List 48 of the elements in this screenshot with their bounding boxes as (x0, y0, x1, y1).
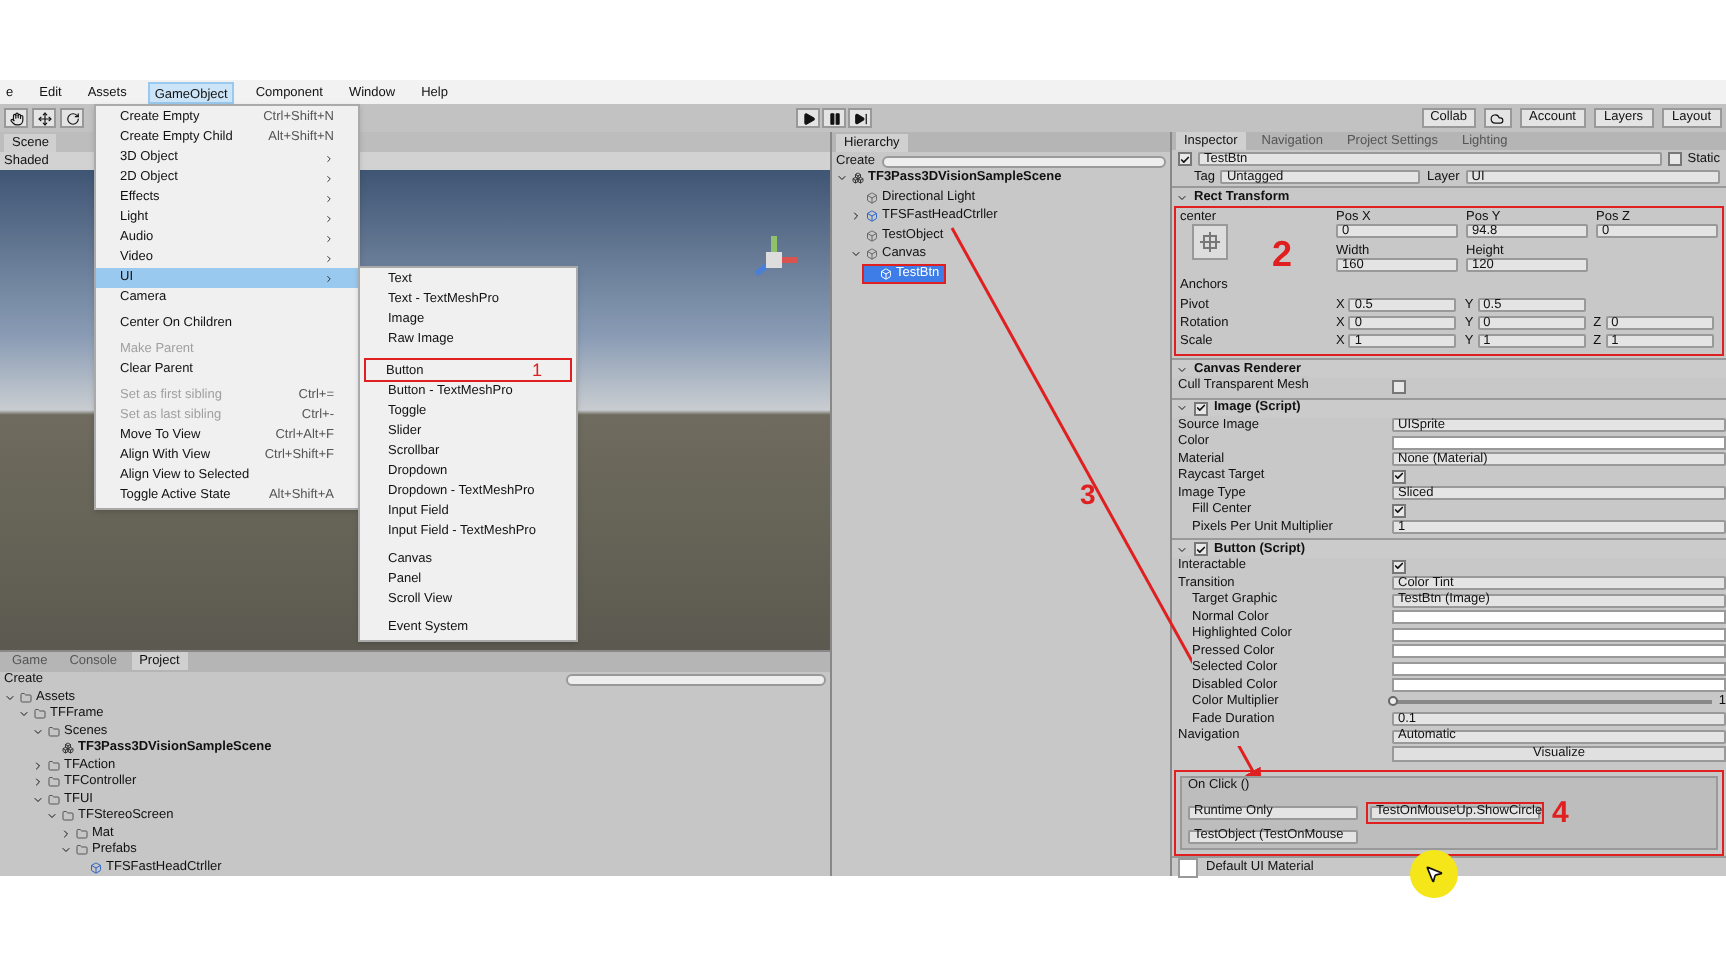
folder-icon (34, 708, 46, 721)
folder-icon (48, 725, 60, 738)
cube-icon (866, 229, 878, 242)
checkbox[interactable] (1392, 559, 1406, 574)
search-field[interactable] (881, 155, 1166, 167)
checkbox[interactable] (1194, 401, 1208, 415)
cube-icon (866, 191, 878, 204)
annotation-number: 1 (531, 361, 542, 379)
folder-icon (76, 827, 88, 840)
color-swatch[interactable] (1392, 627, 1726, 642)
cube-icon (90, 861, 102, 874)
hand-tool-icon[interactable] (4, 108, 28, 128)
color-swatch[interactable] (1392, 610, 1726, 625)
cube-icon (880, 267, 892, 280)
folder-icon (48, 759, 60, 772)
cursor-icon (1424, 864, 1444, 884)
checkbox[interactable] (1667, 152, 1682, 166)
scene-icon (62, 742, 74, 755)
step-icon[interactable] (848, 108, 872, 128)
folder-icon (20, 691, 32, 704)
checkbox[interactable] (1392, 469, 1406, 484)
annotation-number: 4 (1552, 797, 1569, 827)
checkbox[interactable] (1392, 379, 1406, 394)
color-swatch[interactable] (1392, 644, 1726, 659)
folder-icon (48, 793, 60, 806)
checkbox[interactable] (1194, 542, 1208, 556)
color-swatch[interactable] (1392, 435, 1726, 450)
anchor-preset-icon[interactable] (1192, 224, 1228, 260)
play-icon[interactable] (796, 108, 820, 128)
search-field[interactable] (566, 674, 826, 686)
cloud-icon[interactable] (1483, 108, 1511, 128)
annotation-number: 2 (1272, 236, 1293, 272)
scene-icon (852, 172, 864, 185)
move-tool-icon[interactable] (32, 108, 56, 128)
folder-icon (48, 776, 60, 789)
checkbox[interactable] (1392, 503, 1406, 518)
cube-icon (866, 248, 878, 261)
cube-icon (866, 210, 878, 223)
pause-icon[interactable] (822, 108, 846, 128)
slider-thumb[interactable] (1388, 696, 1398, 707)
color-swatch[interactable] (1392, 678, 1726, 693)
color-swatch[interactable] (1392, 661, 1726, 676)
rotate-tool-icon[interactable] (60, 108, 84, 128)
slider-track[interactable] (1392, 700, 1713, 705)
checkbox[interactable] (1178, 152, 1192, 166)
folder-icon (62, 810, 74, 823)
folder-icon (76, 844, 88, 857)
annotation-number: 3 (1080, 480, 1096, 508)
